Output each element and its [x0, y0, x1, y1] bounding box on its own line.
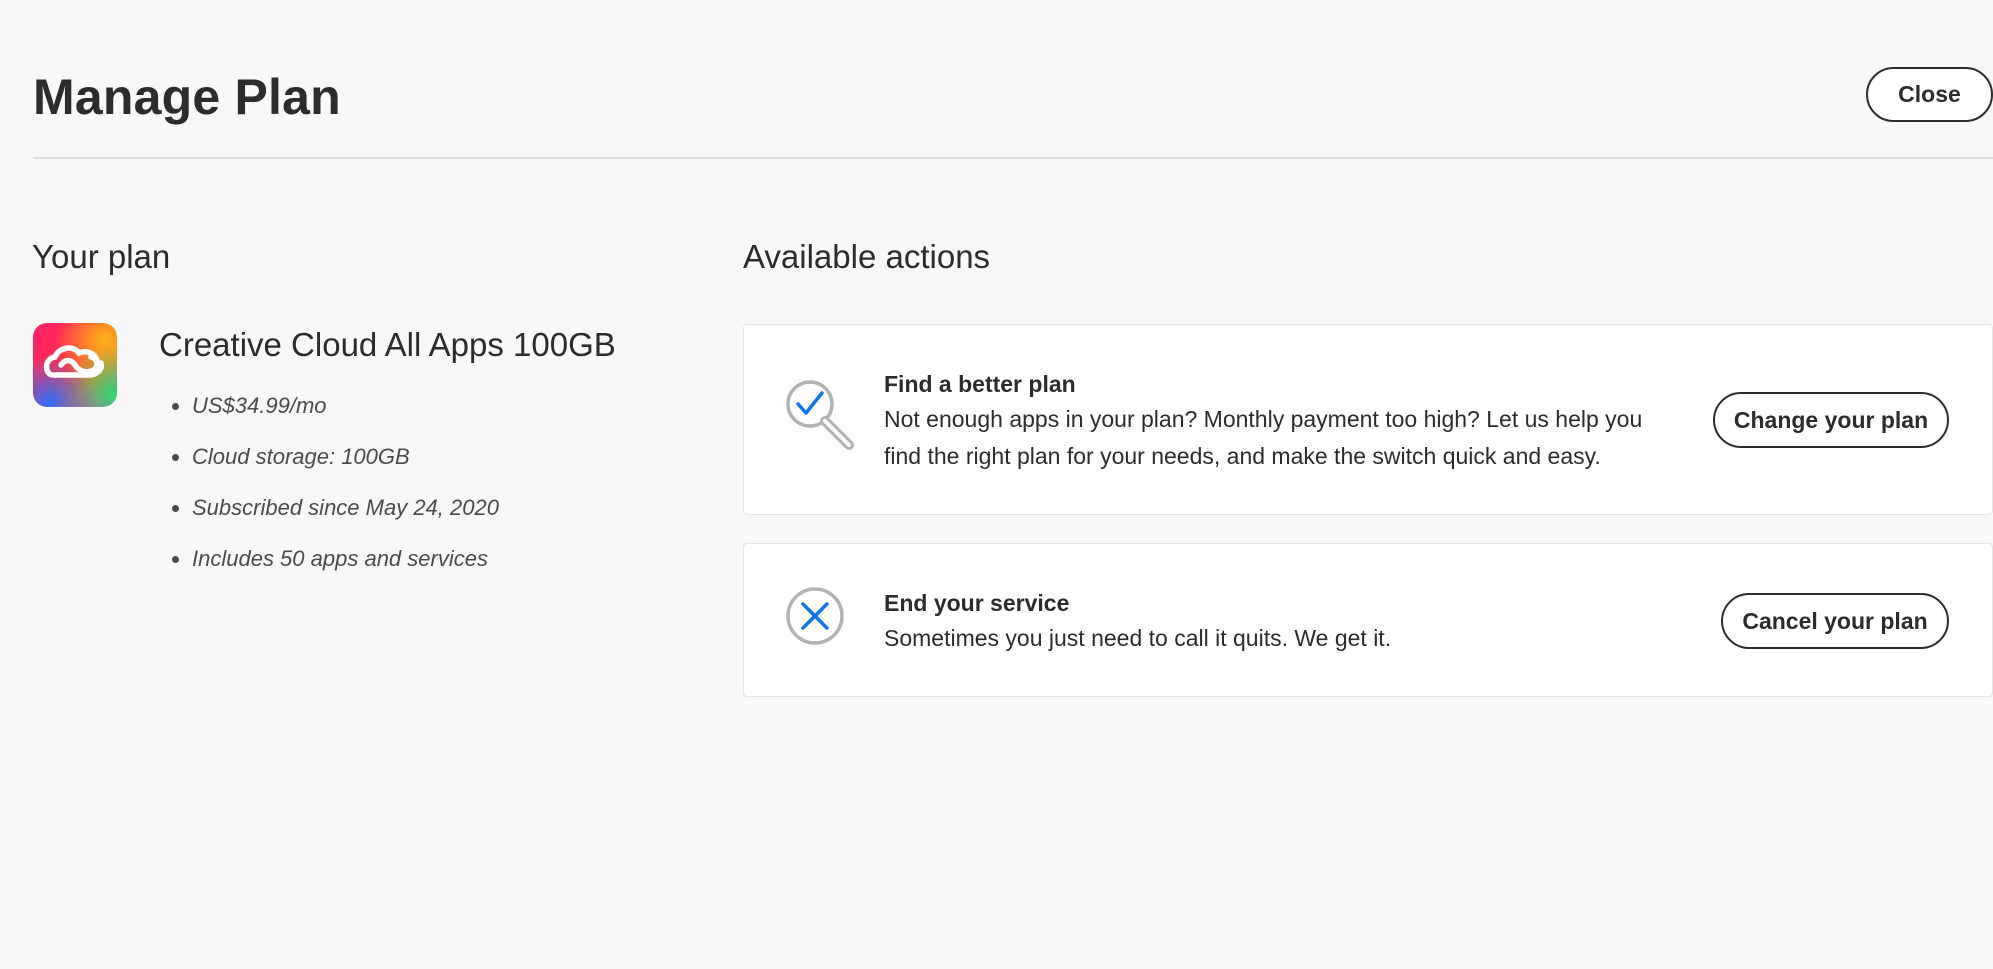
end-service-title: End your service	[884, 590, 1070, 616]
page-header: Manage Plan Close	[33, 62, 1993, 158]
plan-details-list: US$34.99/mo Cloud storage: 100GB Subscri…	[160, 388, 499, 592]
change-plan-button[interactable]: Change your plan	[1713, 392, 1949, 448]
page-title: Manage Plan	[33, 69, 341, 125]
end-service-card: End your service Sometimes you just need…	[743, 543, 1993, 697]
find-better-plan-title: Find a better plan	[884, 371, 1076, 397]
plan-price: US$34.99/mo	[192, 388, 499, 439]
your-plan-heading: Your plan	[32, 238, 171, 275]
end-service-description: Sometimes you just need to call it quits…	[884, 625, 1392, 651]
plan-subscribed-since: Subscribed since May 24, 2020	[192, 490, 499, 541]
plan-storage: Cloud storage: 100GB	[192, 439, 499, 490]
circle-x-icon	[785, 586, 845, 651]
plan-name: Creative Cloud All Apps 100GB	[159, 326, 616, 363]
creative-cloud-logo-icon	[33, 323, 117, 407]
find-better-plan-description: Not enough apps in your plan? Monthly pa…	[884, 406, 1643, 469]
available-actions-heading: Available actions	[743, 238, 991, 275]
magnifier-check-icon	[785, 379, 859, 458]
header-divider	[33, 157, 1993, 159]
close-button[interactable]: Close	[1866, 67, 1993, 122]
plan-included-apps: Includes 50 apps and services	[192, 541, 499, 592]
find-better-plan-card: Find a better plan Not enough apps in yo…	[743, 324, 1993, 515]
cancel-plan-button[interactable]: Cancel your plan	[1721, 593, 1949, 649]
